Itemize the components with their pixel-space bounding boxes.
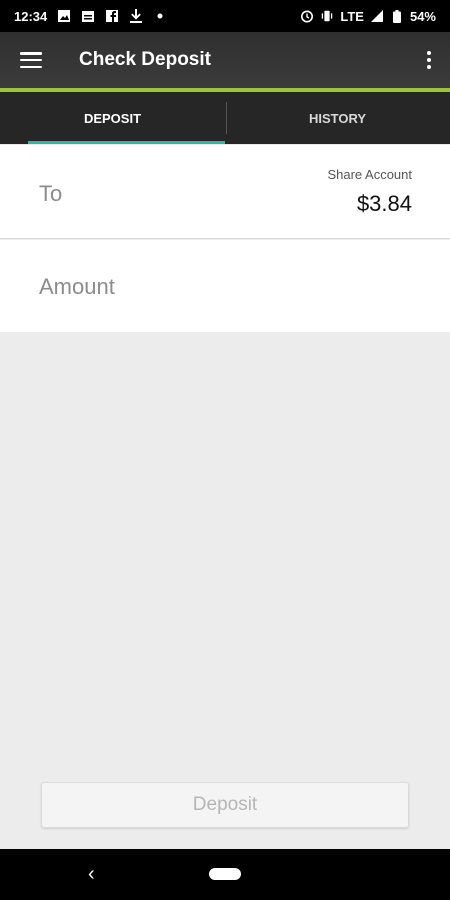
status-time: 12:34 [14,8,48,24]
battery-icon [390,9,404,23]
tab-deposit[interactable]: DEPOSIT [0,92,225,144]
tab-divider [226,102,227,134]
overflow-menu-icon[interactable] [426,51,432,69]
facebook-icon [105,9,119,23]
status-right: LTE 54% [300,9,436,24]
status-bar: 12:34 LTE 54% [0,0,450,32]
amount-field[interactable]: Amount [0,240,450,332]
back-icon[interactable]: ‹ [88,863,95,886]
to-account-selector[interactable]: To Share Account $3.84 [0,145,450,239]
download-icon [129,9,143,23]
account-balance: $3.84 [356,191,412,216]
home-icon[interactable] [209,868,241,880]
page-title: Check Deposit [79,49,211,70]
tab-history[interactable]: HISTORY [225,92,450,144]
signal-icon [370,9,384,23]
deposit-button[interactable]: Deposit [41,782,409,828]
system-nav-bar: ‹ [0,849,450,900]
account-name: Share Account [327,167,412,182]
tab-bar: DEPOSIT HISTORY [0,92,450,144]
amount-label: Amount [39,274,115,299]
alarm-icon [300,9,314,23]
calendar-icon [81,9,95,23]
dot-icon [153,9,167,23]
status-left: 12:34 [14,9,167,24]
menu-icon[interactable] [20,52,42,68]
image-icon [57,9,71,23]
network-type: LTE [340,8,364,24]
battery-level: 54% [409,8,436,24]
to-label: To [39,181,63,206]
app-bar: Check Deposit [0,32,450,88]
vibrate-icon [320,9,334,23]
